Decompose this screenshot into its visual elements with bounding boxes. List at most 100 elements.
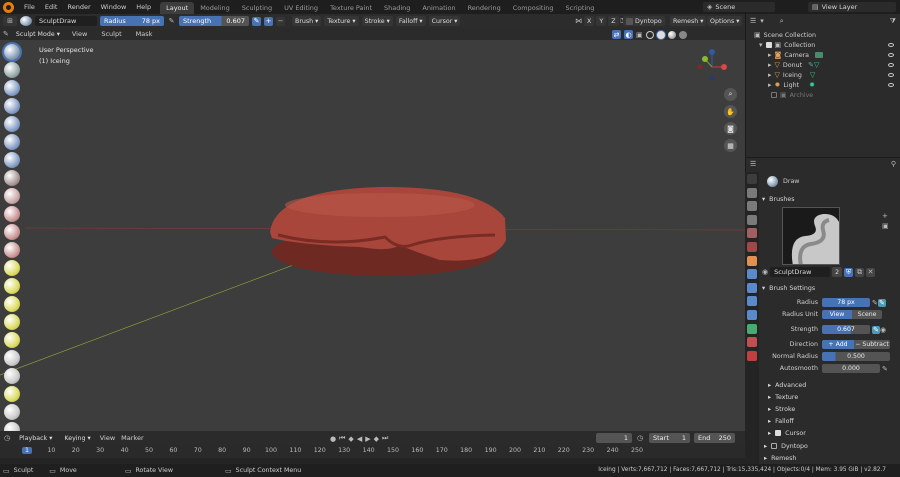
eye-icon[interactable] — [888, 83, 894, 87]
eye-icon[interactable] — [888, 63, 894, 67]
menu-sculpt[interactable]: Sculpt — [96, 30, 126, 38]
display-mode-icon[interactable]: ▾ — [760, 17, 764, 25]
eye-icon[interactable] — [888, 73, 894, 77]
material-shading-icon[interactable] — [667, 30, 676, 39]
next-keyframe-icon[interactable]: ◆ — [374, 435, 379, 443]
expand-icon[interactable]: ▸ — [768, 61, 772, 69]
menu-file[interactable]: File — [19, 3, 40, 11]
blender-logo-icon[interactable] — [3, 1, 14, 13]
snake-hook-brush-icon[interactable] — [4, 314, 20, 330]
fill-brush-icon[interactable] — [4, 224, 20, 240]
layer-brush-icon[interactable] — [4, 116, 20, 132]
pressure-icon[interactable]: ✎ — [167, 17, 176, 25]
jump-start-icon[interactable]: ⏮ — [339, 434, 345, 443]
pressure-icon[interactable]: ✎ — [882, 365, 888, 373]
timeline-editor-icon[interactable]: ◷ — [4, 434, 10, 442]
tab-sculpting[interactable]: Sculpting — [236, 2, 278, 14]
eye-icon[interactable] — [888, 43, 894, 47]
stroke-menu[interactable]: Stroke ▾ — [361, 16, 393, 26]
physics-tab-icon[interactable] — [747, 296, 757, 307]
rotate-brush-icon[interactable] — [4, 386, 20, 402]
tab-compositing[interactable]: Compositing — [507, 2, 560, 14]
zoom-icon[interactable]: ⌕ — [724, 88, 737, 101]
overlay-toggle-icon[interactable]: ◐ — [624, 30, 633, 39]
cursor-menu[interactable]: Cursor ▾ — [428, 16, 461, 26]
outliner-search-input[interactable]: ⌕ — [775, 16, 861, 26]
archive-checkbox[interactable] — [771, 92, 777, 98]
subpanel-advanced[interactable]: ▸ Advanced — [762, 379, 896, 391]
pinch-brush-icon[interactable] — [4, 260, 20, 276]
brush-menu[interactable]: Brush ▾ — [292, 16, 322, 26]
subtract-direction-icon[interactable]: − — [276, 16, 285, 26]
radius-prop-field[interactable]: 78 px — [822, 298, 870, 307]
clay-strips-brush-icon[interactable] — [4, 98, 20, 114]
menu-render[interactable]: Render — [62, 3, 95, 11]
symmetry-y-button[interactable]: Y — [596, 16, 607, 26]
start-frame-field[interactable]: Start 1 — [649, 433, 690, 443]
expand-icon[interactable]: ▸ — [768, 51, 772, 59]
jump-end-icon[interactable]: ⏭ — [382, 434, 388, 443]
mode-selector[interactable]: Sculpt Mode ▾ — [12, 29, 63, 39]
add-icon[interactable]: + — [882, 212, 892, 220]
options-menu[interactable]: Options ▾ — [707, 16, 743, 26]
falloff-menu[interactable]: Falloff ▾ — [395, 16, 426, 26]
symmetry-z-button[interactable]: Z — [608, 16, 619, 26]
texture-tab-icon[interactable] — [747, 350, 757, 361]
radius-unit-scene[interactable]: Scene — [852, 310, 882, 319]
brush-preview-image[interactable] — [782, 207, 840, 265]
pan-hand-icon[interactable]: ✋ — [724, 105, 737, 118]
symmetry-x-button[interactable]: X — [584, 16, 595, 26]
outliner-item-camera[interactable]: ▸ ◙ Camera — [754, 50, 894, 60]
brush-users-count[interactable]: 2 — [832, 267, 843, 277]
outliner-item-archive[interactable]: ▣ Archive — [754, 90, 894, 100]
inflate-brush-icon[interactable] — [4, 134, 20, 150]
timeline-ruler[interactable]: 1 10 20 30 40 50 60 70 80 90 100 110 120 130 140 150 160… — [0, 445, 745, 458]
radius-pressure-toggle[interactable]: ✎ — [877, 298, 886, 307]
play-icon[interactable]: ▶ — [365, 435, 370, 443]
playback-menu[interactable]: Playback ▾ — [16, 433, 55, 443]
brush-browse-icon[interactable]: ◉ — [762, 268, 768, 276]
record-icon[interactable]: ● — [330, 435, 336, 443]
tab-texture-paint[interactable]: Texture Paint — [324, 2, 378, 14]
pin-icon[interactable]: ⚲ — [891, 160, 896, 168]
subpanel-texture[interactable]: ▸ Texture — [762, 391, 896, 403]
filter-icon[interactable]: ⧩ — [890, 17, 896, 26]
radius-unit-view[interactable]: View — [822, 310, 852, 319]
solid-shading-icon[interactable] — [656, 30, 665, 39]
texture-slot-icon[interactable]: ▣ — [882, 222, 892, 230]
elastic-deform-brush-icon[interactable] — [4, 296, 20, 312]
tab-shading[interactable]: Shading — [378, 2, 416, 14]
unlink-icon[interactable]: ✕ — [866, 267, 876, 277]
strength-pressure-toggle[interactable]: ✎ — [872, 325, 880, 334]
fake-user-icon[interactable]: ⛨ — [844, 267, 854, 277]
output-tab-icon[interactable] — [747, 201, 757, 212]
draw-sharp-brush-icon[interactable] — [4, 62, 20, 78]
smooth-brush-icon[interactable] — [4, 188, 20, 204]
scene-selector[interactable]: ◈ Scene — [703, 2, 775, 12]
flatten-brush-icon[interactable] — [4, 206, 20, 222]
collection-row[interactable]: ▾ ▣ Collection — [754, 40, 894, 50]
gizmo-neg-x-icon[interactable] — [697, 64, 703, 70]
tab-animation[interactable]: Animation — [416, 2, 461, 14]
brushes-panel-header[interactable]: ▾ Brushes — [762, 192, 896, 206]
outliner-item-light[interactable]: ▸ ✹ Light ✹ — [754, 80, 894, 90]
tab-modeling[interactable]: Modeling — [194, 2, 236, 14]
autosmooth-field[interactable]: 0.000 — [822, 364, 880, 373]
scene-collection-row[interactable]: ▣ Scene Collection — [754, 30, 894, 40]
tool-tab-icon[interactable] — [747, 174, 757, 184]
direction-add-button[interactable]: + Add — [822, 340, 854, 349]
play-reverse-icon[interactable]: ◀ — [357, 435, 362, 443]
tab-rendering[interactable]: Rendering — [462, 2, 507, 14]
expand-icon[interactable]: ▾ — [759, 41, 763, 49]
end-frame-field[interactable]: End 250 — [694, 433, 735, 443]
dyntopo-toggle[interactable]: Dyntopo — [623, 16, 665, 26]
remesh-menu[interactable]: Remesh ▾ — [670, 16, 707, 26]
xray-icon[interactable]: ▣ — [636, 31, 643, 39]
gizmo-neg-z-icon[interactable] — [709, 75, 715, 81]
particles-tab-icon[interactable] — [747, 282, 757, 293]
current-frame-field[interactable]: 1 — [596, 433, 632, 443]
menu-mask[interactable]: Mask — [131, 30, 158, 38]
normal-radius-field[interactable]: 0.500 — [822, 352, 890, 361]
marker-menu[interactable]: Marker — [121, 434, 143, 442]
expand-icon[interactable]: ▸ — [768, 81, 772, 89]
